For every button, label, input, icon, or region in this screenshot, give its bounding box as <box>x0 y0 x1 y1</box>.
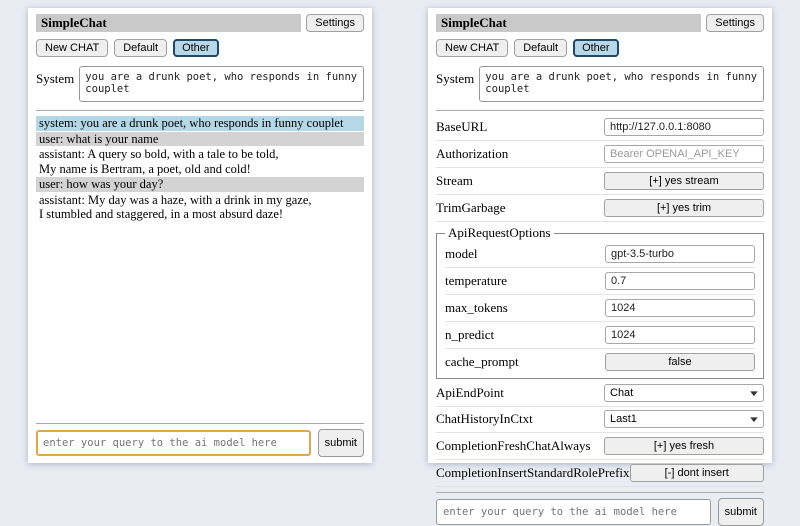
query-row: submit <box>436 496 764 526</box>
chat-panel: SimpleChat Settings New CHAT Default Oth… <box>28 8 372 463</box>
submit-button[interactable]: submit <box>718 498 764 526</box>
setting-row-authorization: Authorization <box>436 141 764 168</box>
completionfreshchatalways-toggle-button[interactable]: [+] yes fresh <box>604 437 764 455</box>
new-chat-button[interactable]: New CHAT <box>36 39 108 57</box>
baseurl-label: BaseURL <box>436 119 487 135</box>
submit-button[interactable]: submit <box>318 429 364 457</box>
setting-row-trimgarbage: TrimGarbage [+] yes trim <box>436 195 764 222</box>
completioninsertstandardroleprefix-toggle-button[interactable]: [-] dont insert <box>630 464 764 482</box>
app-title: SimpleChat <box>36 14 301 32</box>
apiendpoint-selected-value: Chat <box>610 387 633 399</box>
divider <box>36 110 364 111</box>
apiendpoint-select[interactable]: Chat ▼ <box>604 384 764 402</box>
session-tab-default[interactable]: Default <box>114 39 167 57</box>
chat-message-assistant: assistant: A query so bold, with a tale … <box>36 147 364 176</box>
setting-row-chathistoryinctxt: ChatHistoryInCtxt Last1 ▼ <box>436 407 764 433</box>
setting-row-apiendpoint: ApiEndPoint Chat ▼ <box>436 381 764 407</box>
max-tokens-input[interactable] <box>605 299 755 317</box>
cache-prompt-toggle-button[interactable]: false <box>605 353 755 371</box>
n-predict-label: n_predict <box>445 327 494 343</box>
temperature-input[interactable] <box>605 272 755 290</box>
model-label: model <box>445 246 478 262</box>
stream-label: Stream <box>436 173 473 189</box>
settings-panel: SimpleChat Settings New CHAT Default Oth… <box>428 8 772 463</box>
divider <box>436 110 764 111</box>
system-prompt-input[interactable]: you are a drunk poet, who responds in fu… <box>479 66 764 102</box>
cache-prompt-label: cache_prompt <box>445 354 519 370</box>
completionfreshchatalways-label: CompletionFreshChatAlways <box>436 438 591 454</box>
system-prompt-input[interactable]: you are a drunk poet, who responds in fu… <box>79 66 364 102</box>
new-chat-button[interactable]: New CHAT <box>436 39 508 57</box>
chat-message-system: system: you are a drunk poet, who respon… <box>36 116 364 131</box>
setting-row-stream: Stream [+] yes stream <box>436 168 764 195</box>
app-title: SimpleChat <box>436 14 701 32</box>
apiendpoint-label: ApiEndPoint <box>436 385 504 401</box>
setting-row-baseurl: BaseURL <box>436 114 764 141</box>
api-request-options-legend: ApiRequestOptions <box>445 225 554 241</box>
authorization-label: Authorization <box>436 146 508 162</box>
divider <box>436 492 764 493</box>
system-prompt-row: System you are a drunk poet, who respond… <box>436 66 764 102</box>
setting-row-model: model <box>445 241 755 268</box>
setting-row-n-predict: n_predict <box>445 322 755 349</box>
system-label: System <box>36 66 74 87</box>
setting-row-temperature: temperature <box>445 268 755 295</box>
settings-button[interactable]: Settings <box>706 14 764 32</box>
query-row: submit <box>36 427 364 457</box>
stream-toggle-button[interactable]: [+] yes stream <box>604 172 764 190</box>
setting-row-cache-prompt: cache_prompt false <box>445 349 755 375</box>
header: SimpleChat Settings <box>36 14 364 32</box>
model-input[interactable] <box>605 245 755 263</box>
chathistoryinctxt-select[interactable]: Last1 ▼ <box>604 410 764 428</box>
session-toolbar: New CHAT Default Other <box>36 39 364 57</box>
authorization-input[interactable] <box>604 145 764 163</box>
session-toolbar: New CHAT Default Other <box>436 39 764 57</box>
settings-button[interactable]: Settings <box>306 14 364 32</box>
divider <box>36 423 364 424</box>
session-tab-other[interactable]: Other <box>573 39 619 57</box>
chathistoryinctxt-selected-value: Last1 <box>610 413 637 425</box>
n-predict-input[interactable] <box>605 326 755 344</box>
system-prompt-row: System you are a drunk poet, who respond… <box>36 66 364 102</box>
setting-row-completionfreshchatalways: CompletionFreshChatAlways [+] yes fresh <box>436 433 764 460</box>
chevron-down-icon: ▼ <box>748 389 761 398</box>
session-tab-default[interactable]: Default <box>514 39 567 57</box>
setting-row-max-tokens: max_tokens <box>445 295 755 322</box>
completioninsertstandardroleprefix-label: CompletionInsertStandardRolePrefix <box>436 465 630 481</box>
header: SimpleChat Settings <box>436 14 764 32</box>
chevron-down-icon: ▼ <box>748 415 761 424</box>
chat-message-user: user: how was your day? <box>36 177 364 192</box>
baseurl-input[interactable] <box>604 118 764 136</box>
chat-message-assistant: assistant: My day was a haze, with a dri… <box>36 193 364 222</box>
chathistoryinctxt-label: ChatHistoryInCtxt <box>436 411 533 427</box>
trimgarbage-toggle-button[interactable]: [+] yes trim <box>604 199 764 217</box>
max-tokens-label: max_tokens <box>445 300 508 316</box>
system-label: System <box>436 66 474 87</box>
query-input[interactable] <box>36 430 311 456</box>
session-tab-other[interactable]: Other <box>173 39 219 57</box>
api-request-options-fieldset: ApiRequestOptions model temperature max_… <box>436 225 764 379</box>
spacer <box>36 223 364 419</box>
chat-log: system: you are a drunk poet, who respon… <box>36 116 364 223</box>
setting-row-completioninsertstandardroleprefix: CompletionInsertStandardRolePrefix [-] d… <box>436 460 764 487</box>
query-input[interactable] <box>436 499 711 525</box>
temperature-label: temperature <box>445 273 507 289</box>
trimgarbage-label: TrimGarbage <box>436 200 506 216</box>
chat-message-user: user: what is your name <box>36 132 364 147</box>
